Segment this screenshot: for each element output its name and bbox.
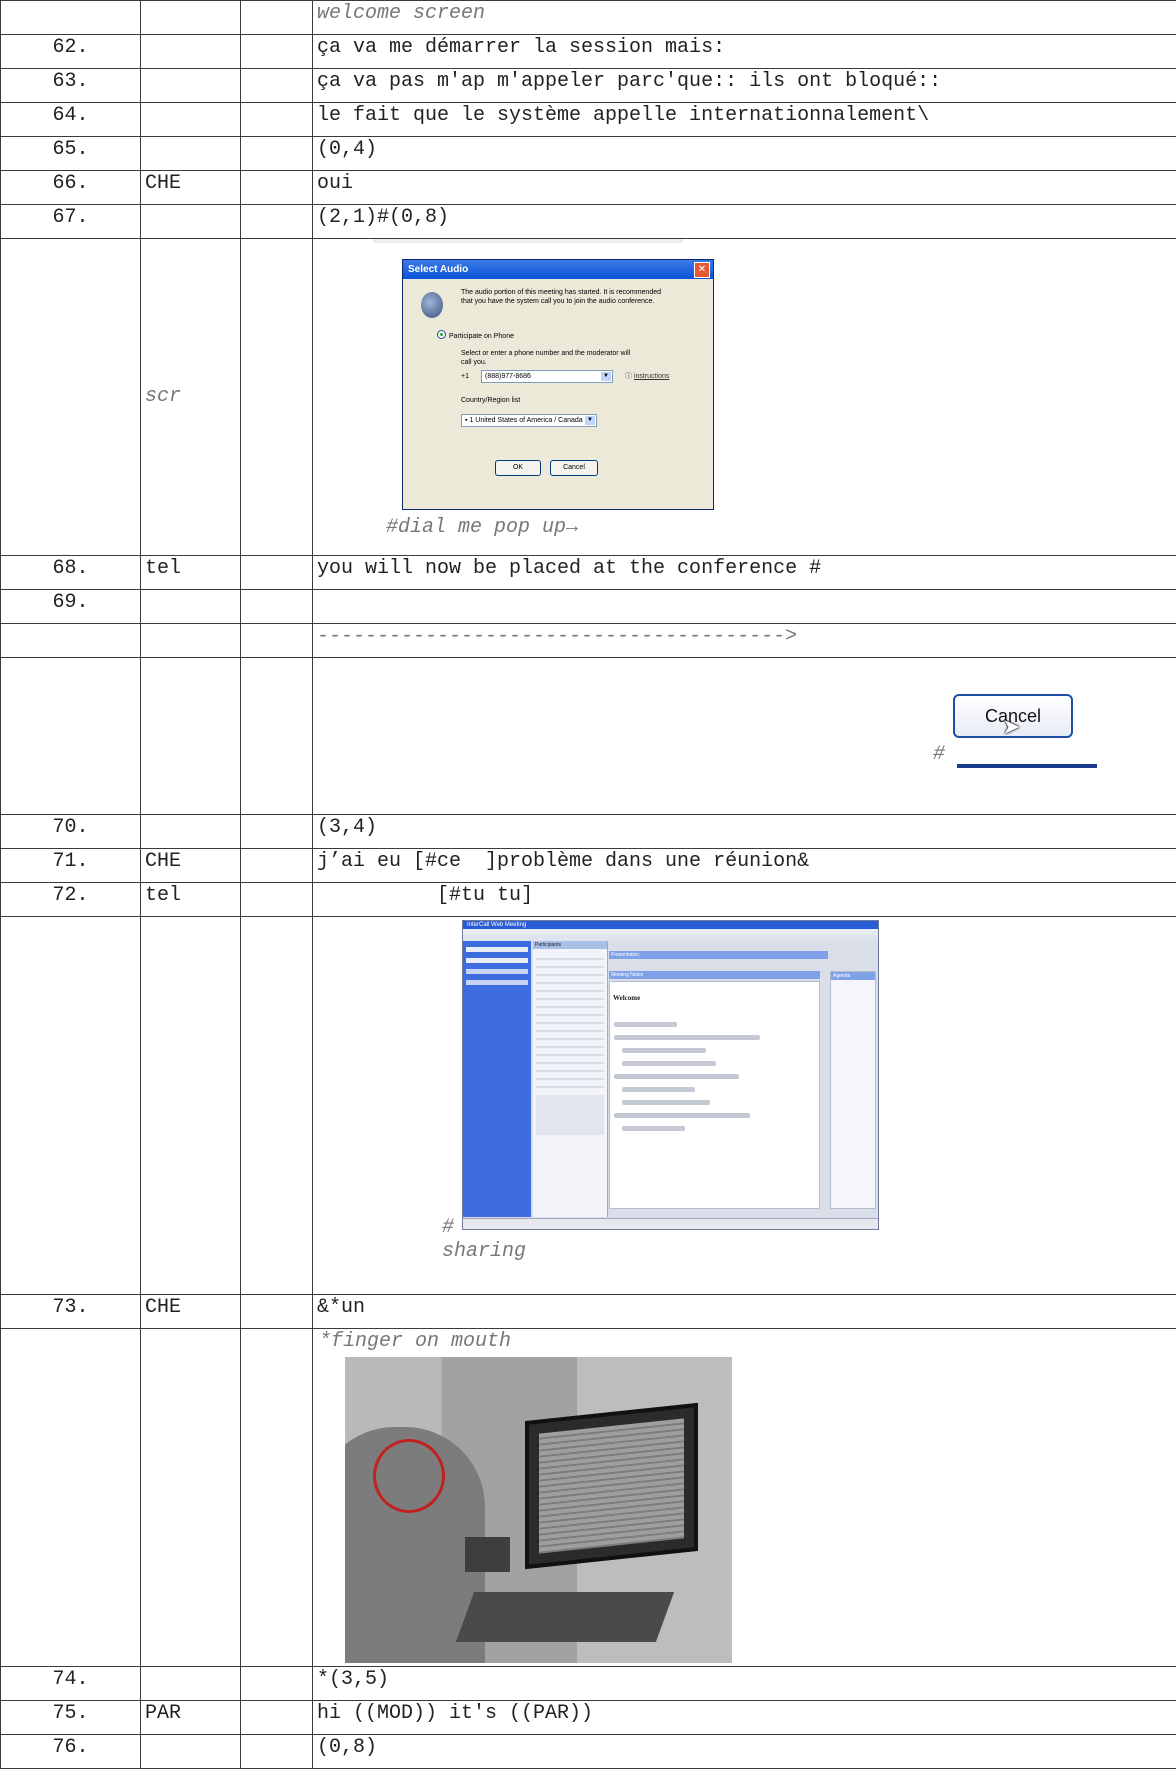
phone-number-select[interactable]: (888)977-8686 ▼ <box>481 370 613 383</box>
utterance: (3,4) <box>312 814 1176 849</box>
utterance: [#tu tu] <box>312 882 1176 917</box>
speaker <box>140 136 241 171</box>
utterance: *(3,5) <box>312 1666 1176 1701</box>
speaker <box>140 102 241 137</box>
continuation-arrow: ---------------------------------------> <box>312 623 1176 658</box>
speaker: PAR <box>140 1700 241 1735</box>
chevron-down-icon[interactable]: ▼ <box>585 416 595 425</box>
country-value: 1 United States of America / Canada <box>469 417 583 424</box>
line-number: 69. <box>0 589 141 624</box>
participants-panel: Participants <box>533 941 608 1217</box>
radio-label: Participate on Phone <box>449 333 514 340</box>
highlight-circle <box>373 1439 445 1513</box>
utterance: le fait que le système appelle internati… <box>312 102 1176 137</box>
participants-title: Participants <box>533 941 607 949</box>
line-number: 64. <box>0 102 141 137</box>
country-select[interactable]: ▪ 1 United States of America / Canada ▼ <box>461 414 597 427</box>
utterance <box>312 589 1176 624</box>
line-number: 75. <box>0 1700 141 1735</box>
presentation-header: Presentation <box>609 951 828 959</box>
cancel-button[interactable]: Cancel <box>550 460 598 476</box>
line-number: 67. <box>0 204 141 239</box>
line-number: 71. <box>0 848 141 883</box>
agenda-header: Agenda <box>831 972 875 980</box>
sharing-screenshot-cell: InterCall Web Meeting Participants Prese… <box>312 916 1176 1295</box>
shared-screen-image: InterCall Web Meeting Participants Prese… <box>462 920 879 1230</box>
line-number: 65. <box>0 136 141 171</box>
agenda-panel: Agenda <box>830 971 876 1209</box>
line-number: 63. <box>0 68 141 103</box>
monitor <box>525 1402 698 1570</box>
select-audio-dialog: Select Audio ✕ The audio portion of this … <box>402 259 714 510</box>
utterance: oui <box>312 170 1176 205</box>
dialog-screenshot-cell: Select Audio ✕ The audio portion of this … <box>312 238 1176 556</box>
chevron-down-icon[interactable]: ▼ <box>601 372 611 381</box>
sharing-caption: sharing <box>442 1240 527 1263</box>
line-number: 66. <box>0 170 141 205</box>
speaker <box>140 68 241 103</box>
ok-button[interactable]: OK <box>495 460 541 476</box>
speaker <box>140 34 241 69</box>
utterance: j’ai eu [#ce ]problème dans une réunion& <box>312 848 1176 883</box>
cancel-screenshot-cell: # Cancel ➤ <box>312 657 1176 815</box>
line-number: 73. <box>0 1294 141 1329</box>
document-area: Welcome <box>609 981 820 1209</box>
speaker: CHE <box>140 848 241 883</box>
close-icon[interactable]: ✕ <box>694 262 710 278</box>
utterance: ça va me démarrer la session mais: <box>312 34 1176 69</box>
speaker: tel <box>140 555 241 590</box>
line-number: 74. <box>0 1666 141 1701</box>
meeting-notes-header: Meeting Notes <box>609 971 820 979</box>
speaker <box>140 204 241 239</box>
line-number: 70. <box>0 814 141 849</box>
keyboard <box>455 1592 675 1642</box>
utterance: (2,1)#(0,8) <box>312 204 1176 239</box>
office-photo <box>345 1357 732 1663</box>
line-number: 68. <box>0 555 141 590</box>
popup-caption: #dial me pop up→ <box>386 516 579 539</box>
phone-prefix: +1 <box>461 373 469 380</box>
instructions-link[interactable]: instructions <box>634 373 669 380</box>
line-number: 62. <box>0 34 141 69</box>
phone-icon <box>421 292 443 318</box>
utterance: (0,4) <box>312 136 1176 171</box>
photo-caption: *finger on mouth <box>319 1330 512 1353</box>
transcript-table: welcome screen 62. ça va me démarrer la s… <box>0 0 1176 1769</box>
phone-number-value: (888)977-8686 <box>485 373 531 380</box>
nav-sidebar <box>463 941 531 1217</box>
utterance: you will now be placed at the conference… <box>312 555 1176 590</box>
screen-annotation: welcome screen <box>312 0 1176 35</box>
utterance: hi ((MOD)) it's ((PAR)) <box>312 1700 1176 1735</box>
country-label: Country/Region list <box>461 397 521 404</box>
speaker: CHE <box>140 170 241 205</box>
speaker: tel <box>140 882 241 917</box>
dialog-title: Select Audio <box>408 264 469 275</box>
sharing-mark: # <box>442 1216 455 1239</box>
cancel-mark: # <box>933 743 946 766</box>
document-heading: Welcome <box>613 994 641 1002</box>
utterance: ça va pas m'ap m'appeler parc'que:: ils … <box>312 68 1176 103</box>
utterance: (0,8) <box>312 1734 1176 1769</box>
line-number: 72. <box>0 882 141 917</box>
desk-phone <box>465 1537 510 1572</box>
utterance: &*un <box>312 1294 1176 1329</box>
radio-participate[interactable] <box>437 330 446 339</box>
cursor-icon: ➤ <box>1003 714 1022 748</box>
speaker: CHE <box>140 1294 241 1329</box>
shared-window-title: InterCall Web Meeting <box>463 921 878 929</box>
line-number: 76. <box>0 1734 141 1769</box>
dialog-message: The audio portion of this meeting has st… <box>461 289 661 305</box>
speaker-scr: scr <box>140 238 241 556</box>
dialog-instruction: Select or enter a phone number and the m… <box>461 350 631 366</box>
help-icon: ⓘ <box>625 373 634 380</box>
photo-cell: *finger on mouth <box>312 1328 1176 1667</box>
